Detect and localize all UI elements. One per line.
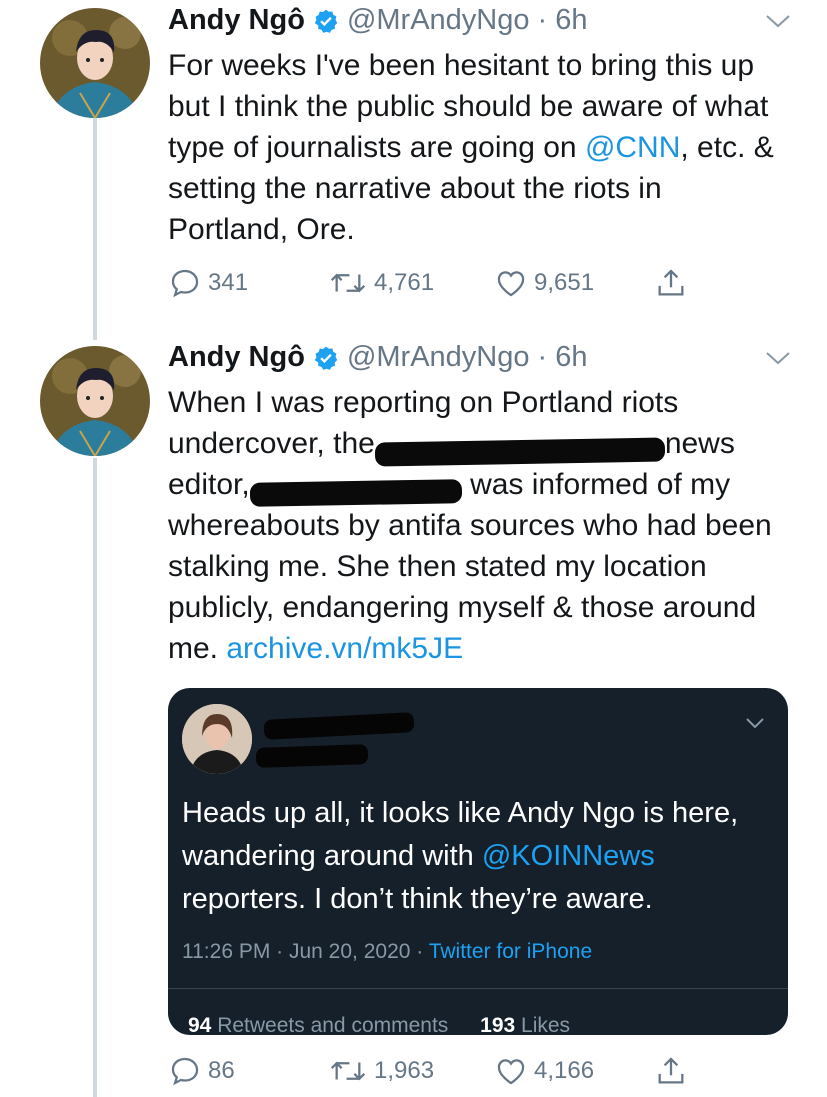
- reply-count: 341: [208, 269, 249, 296]
- author-name[interactable]: Andy Ngô: [168, 4, 305, 37]
- heart-icon: [497, 1059, 525, 1085]
- share-button[interactable]: [654, 1054, 694, 1088]
- share-icon: [658, 269, 684, 296]
- like-count: 4,166: [534, 1057, 595, 1084]
- reply-count: 86: [208, 1057, 235, 1084]
- tweet-text: When I was reporting on Portland riots u…: [168, 382, 788, 669]
- retweet-button[interactable]: 4,761: [328, 266, 434, 300]
- reply-button[interactable]: 341: [168, 266, 248, 300]
- embedded-likes-count: 193: [480, 1014, 516, 1035]
- embedded-source: Twitter for iPhone: [428, 940, 593, 963]
- embedded-counts: 94 Retweets and comments 193 Likes: [188, 1014, 570, 1035]
- embedded-timestamp: 11:26 PM · Jun 20, 2020 · Twitter for iP…: [182, 940, 592, 964]
- like-button[interactable]: 9,651: [494, 266, 594, 300]
- tweet-actions: 86 1,963 4,166: [168, 1054, 708, 1088]
- reply-icon: [171, 269, 199, 298]
- author-avatar[interactable]: [40, 346, 150, 456]
- redaction-scribble: [263, 712, 415, 740]
- embedded-tweet-text: Heads up all, it looks like Andy Ngo is …: [182, 792, 782, 921]
- tweet-header: Andy Ngô @MrAndyNgo · 6h: [168, 341, 588, 374]
- reply-icon: [171, 1057, 199, 1086]
- embedded-time: 11:26 PM · Jun 20, 2020 ·: [182, 940, 429, 963]
- retweet-count: 1,963: [374, 1057, 435, 1084]
- embedded-mention: @KOINNews: [481, 840, 655, 872]
- author-name[interactable]: Andy Ngô: [168, 341, 305, 374]
- retweet-icon: [330, 273, 366, 293]
- chevron-down-icon[interactable]: [764, 349, 792, 367]
- redaction-scribble: [249, 471, 462, 507]
- redaction-scribble: [255, 744, 369, 768]
- retweet-count: 4,761: [374, 269, 435, 296]
- handle-and-time[interactable]: @MrAndyNgo · 6h: [347, 341, 588, 374]
- mention-link[interactable]: @CNN: [585, 131, 680, 164]
- author-avatar[interactable]: [40, 8, 150, 118]
- chevron-down-icon: [746, 718, 764, 729]
- like-count: 9,651: [534, 269, 595, 296]
- retweet-button[interactable]: 1,963: [328, 1054, 434, 1088]
- tweet-actions: 341 4,761 9,651: [168, 266, 708, 300]
- redaction-scribble: [374, 430, 665, 467]
- chevron-down-icon[interactable]: [764, 12, 792, 30]
- divider: [168, 988, 788, 989]
- share-icon: [658, 1057, 684, 1084]
- thread-connector-line: [93, 118, 97, 340]
- embedded-retweets-label: Retweets and comments: [211, 1014, 449, 1035]
- verified-badge-icon: [314, 346, 338, 370]
- handle-and-time[interactable]: @MrAndyNgo · 6h: [347, 4, 588, 37]
- embedded-tweet-screenshot[interactable]: Heads up all, it looks like Andy Ngo is …: [168, 688, 788, 1035]
- verified-badge-icon: [314, 9, 338, 33]
- retweet-icon: [330, 1061, 366, 1081]
- embedded-likes-label: Likes: [515, 1014, 571, 1035]
- reply-button[interactable]: 86: [168, 1054, 235, 1088]
- heart-icon: [497, 271, 525, 297]
- share-button[interactable]: [654, 266, 694, 300]
- archive-link[interactable]: archive.vn/mk5JE: [226, 632, 463, 665]
- like-button[interactable]: 4,166: [494, 1054, 594, 1088]
- thread-connector-line: [93, 458, 97, 1097]
- tweet-text: For weeks I've been hesitant to bring th…: [168, 45, 788, 250]
- embedded-author-avatar: [182, 704, 252, 774]
- embedded-retweets-count: 94: [188, 1014, 212, 1035]
- tweet-header: Andy Ngô @MrAndyNgo · 6h: [168, 4, 588, 37]
- embedded-text-part: Heads up all, it looks like Andy Ngo is …: [182, 797, 739, 872]
- embedded-text-part: reporters. I don’t think they’re aware.: [182, 883, 653, 915]
